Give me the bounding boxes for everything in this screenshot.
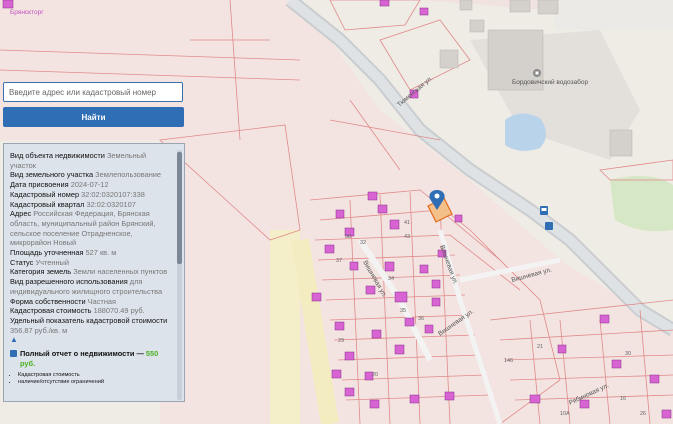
info-value: 356.87 руб./кв. м bbox=[10, 325, 68, 335]
info-value: Учтенный bbox=[35, 257, 69, 267]
parcel-number: 37 bbox=[336, 258, 342, 264]
parcel-number: 26 bbox=[640, 411, 646, 417]
info-row: Кадастровая стоимость 188070.49 руб. bbox=[10, 306, 173, 316]
info-value: 32:02:0320107 bbox=[86, 199, 136, 209]
info-row: Дата присвоения 2024-07-12 bbox=[10, 180, 173, 190]
full-report-text: Полный отчет о недвижимости — bbox=[20, 349, 144, 359]
info-row: Кадастровый квартал 32:02:0320107 bbox=[10, 200, 173, 210]
info-row: Категория земель Земли населенных пункто… bbox=[10, 267, 173, 277]
info-value: 32:02:0320107:338 bbox=[81, 189, 145, 199]
parcel-number: 20 bbox=[372, 372, 378, 378]
info-key: Удельный показатель кадастровой стоимост… bbox=[10, 315, 168, 325]
collapse-arrow-icon[interactable]: ▲ bbox=[10, 335, 173, 345]
info-key: Кадастровая стоимость bbox=[10, 306, 92, 316]
info-key: Вид объекта недвижимости bbox=[10, 151, 105, 160]
poi-label: Бордовичский водозабор bbox=[512, 78, 589, 86]
parcel-number: 41 bbox=[404, 220, 410, 226]
full-report-checkbox[interactable] bbox=[10, 350, 17, 358]
info-row: Площадь уточненная 527 кв. м bbox=[10, 248, 173, 258]
info-key: Дата присвоения bbox=[10, 180, 69, 190]
info-key: Форма собственности bbox=[10, 296, 86, 306]
full-report-option[interactable]: Полный отчет о недвижимости — 550 руб. bbox=[10, 349, 173, 368]
corner-label: Брянскторг bbox=[10, 9, 44, 16]
info-key: Категория земель bbox=[10, 267, 72, 277]
parcel-number: 21 bbox=[537, 344, 543, 350]
info-row: Кадастровый номер 32:02:0320107:338 bbox=[10, 190, 173, 200]
parcel-number: 35 bbox=[400, 308, 406, 314]
parcel-number: 30 bbox=[625, 351, 631, 357]
bus-stop-icon[interactable] bbox=[540, 206, 548, 215]
info-row: Адрес Российская Федерация, Брянская обл… bbox=[10, 209, 173, 248]
search-input[interactable] bbox=[3, 82, 183, 102]
info-row: Вид земельного участка Землепользование bbox=[10, 170, 173, 180]
find-button[interactable]: Найти bbox=[3, 107, 184, 127]
property-info-panel[interactable]: Вид объекта недвижимости Земельный участ… bbox=[3, 143, 185, 402]
property-info-list: Вид объекта недвижимости Земельный участ… bbox=[10, 151, 173, 387]
info-value: 188070.49 руб. bbox=[93, 306, 145, 316]
info-key: Адрес bbox=[10, 209, 32, 219]
info-key: Кадастровый номер bbox=[10, 189, 80, 199]
panel-scrollbar[interactable] bbox=[177, 150, 182, 400]
report-items-list: Кадастровая стоимость наличие/отсутствие… bbox=[18, 372, 173, 387]
info-key: Площадь уточненная bbox=[10, 248, 84, 258]
info-key: Вид земельного участка bbox=[10, 170, 94, 180]
parcel-number: 34 bbox=[388, 276, 394, 282]
info-value: Земли населенных пунктов bbox=[73, 267, 168, 277]
parcel-number: 43 bbox=[404, 234, 410, 240]
info-value: Российская Федерация, Брянская область, … bbox=[10, 209, 156, 248]
info-value: Частная bbox=[87, 296, 117, 306]
info-key: Кадастровый квартал bbox=[10, 199, 85, 209]
parcel-number: 10A bbox=[560, 411, 570, 417]
info-key: Статус bbox=[10, 257, 34, 267]
report-item: наличие/отсутствие ограничений bbox=[18, 379, 173, 387]
info-row: Статус Учтенный bbox=[10, 258, 173, 268]
full-report-label: Полный отчет о недвижимости — 550 руб. bbox=[20, 349, 173, 368]
info-row: Форма собственности Частная bbox=[10, 297, 173, 307]
info-key: Вид разрешенного использования bbox=[10, 277, 128, 287]
info-value: 527 кв. м bbox=[85, 248, 117, 258]
parcel-number: 146 bbox=[504, 358, 513, 364]
parcel-number: 32 bbox=[360, 240, 366, 246]
parcel-number: 36 bbox=[418, 316, 424, 322]
waterworks-poi-icon[interactable] bbox=[533, 69, 541, 77]
parcel-number: 16 bbox=[620, 396, 626, 402]
bus-stop-icon[interactable] bbox=[545, 222, 553, 230]
info-row: Вид разрешенного использования для индив… bbox=[10, 277, 173, 296]
info-row: Удельный показатель кадастровой стоимост… bbox=[10, 316, 173, 335]
parcel-number: 29 bbox=[338, 338, 344, 344]
panel-scrollbar-thumb[interactable] bbox=[177, 152, 182, 264]
info-value: Землепользование bbox=[95, 170, 162, 180]
info-row: Вид объекта недвижимости Земельный участ… bbox=[10, 151, 173, 170]
info-value: 2024-07-12 bbox=[70, 180, 109, 190]
parcel-number: 38 bbox=[345, 234, 351, 240]
